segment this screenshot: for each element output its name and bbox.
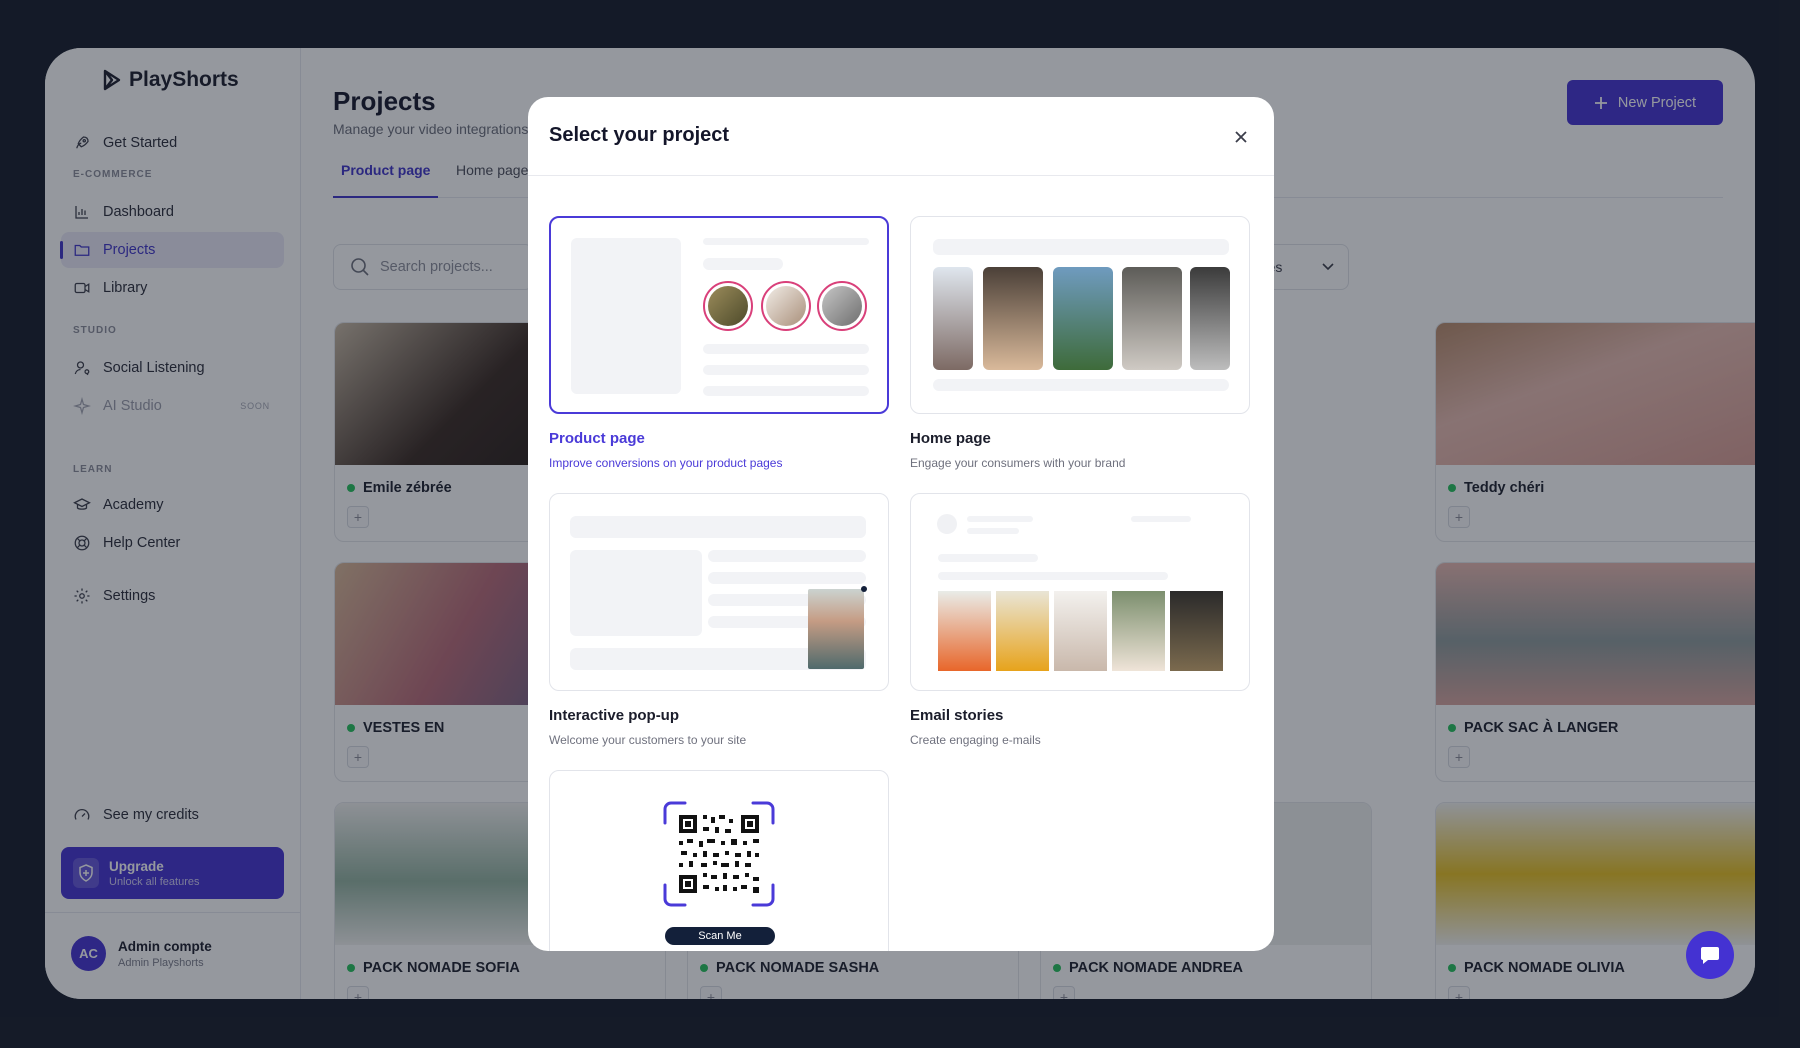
qr-code-icon (663, 801, 775, 907)
option-title: Email stories (910, 707, 1004, 724)
chat-support-button[interactable] (1686, 931, 1734, 979)
popup-close-dot (861, 586, 867, 592)
option-interactive-popup[interactable] (549, 493, 889, 691)
story-thumbnail (817, 281, 867, 331)
scan-me-label: Scan Me (665, 927, 775, 945)
story-thumbnail (761, 281, 811, 331)
chat-icon (1701, 947, 1719, 964)
option-description: Welcome your customers to your site (549, 733, 747, 747)
option-description: Engage your consumers with your brand (910, 456, 1126, 470)
story-thumbnail (1122, 267, 1182, 370)
story-thumbnail (983, 267, 1043, 370)
story-thumbnail (1190, 267, 1230, 370)
option-description: Improve conversions on your product page… (549, 456, 783, 470)
option-product-page[interactable] (549, 216, 889, 414)
story-thumbnail (703, 281, 753, 331)
modal-header: Select your project (528, 97, 1274, 176)
story-thumbnail (933, 267, 973, 370)
modal-title: Select your project (549, 124, 730, 146)
popup-avatar-image (808, 589, 864, 669)
option-description: Create engaging e-mails (910, 733, 1041, 747)
story-thumbnail (996, 591, 1049, 671)
close-icon (1235, 131, 1247, 143)
select-project-modal: Select your project Product page Improve… (528, 97, 1274, 951)
option-qr-code[interactable]: Scan Me (549, 770, 889, 951)
story-thumbnail (1053, 267, 1113, 370)
story-thumbnail (1170, 591, 1223, 671)
option-home-page[interactable] (910, 216, 1250, 414)
story-thumbnail (938, 591, 991, 671)
story-thumbnail (1054, 591, 1107, 671)
option-title: Product page (549, 430, 645, 447)
option-title: Home page (910, 430, 991, 447)
option-email-stories[interactable] (910, 493, 1250, 691)
story-thumbnail (1112, 591, 1165, 671)
option-title: Interactive pop-up (549, 707, 680, 724)
close-button[interactable] (1230, 126, 1252, 148)
